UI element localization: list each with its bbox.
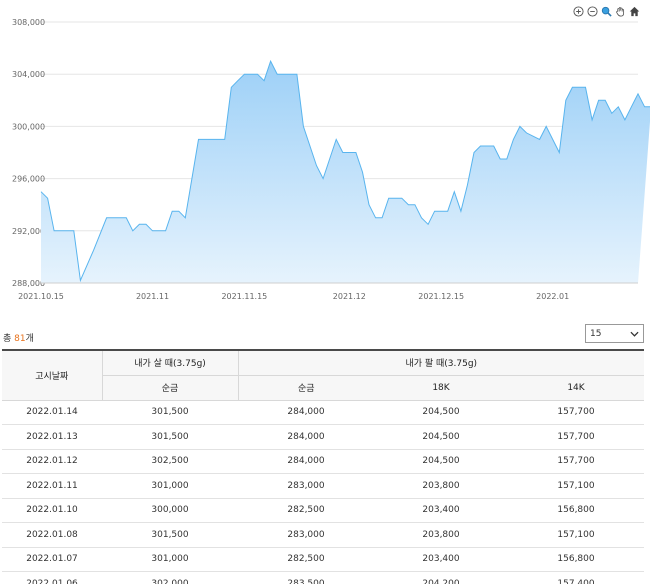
subheader-buy-pure: 순금 bbox=[101, 375, 238, 401]
total-count-number: 81 bbox=[14, 334, 26, 344]
x-tick-label: 2022.01 bbox=[536, 292, 569, 301]
cell-sell-pure: 282,500 bbox=[238, 547, 374, 572]
cell-buy-pure: 301,500 bbox=[102, 522, 238, 548]
cell-sell-pure: 283,000 bbox=[238, 522, 374, 548]
header-sell: 내가 팔 때(3.75g) bbox=[237, 349, 644, 376]
subheader-14k: 14K bbox=[508, 375, 644, 401]
cell-sell-pure: 283,000 bbox=[238, 473, 374, 499]
table-row: 2022.01.06 302,000 283,500 204,200 157,4… bbox=[2, 571, 644, 584]
page-size-select[interactable]: 15 bbox=[585, 324, 644, 343]
total-count-prefix: 총 bbox=[3, 334, 15, 344]
table-row: 2022.01.14 301,500 284,000 204,500 157,7… bbox=[2, 400, 644, 425]
cell-sell-14k: 156,800 bbox=[508, 498, 644, 523]
cell-sell-pure: 283,500 bbox=[238, 571, 374, 584]
table-row: 2022.01.13 301,500 284,000 204,500 157,7… bbox=[2, 424, 644, 450]
y-tick-label: 292,000 bbox=[12, 227, 45, 236]
subheader-18k: 18K bbox=[374, 375, 508, 401]
cell-date: 2022.01.06 bbox=[2, 571, 102, 584]
cell-buy-pure: 302,500 bbox=[102, 449, 238, 474]
cell-sell-pure: 284,000 bbox=[238, 400, 374, 425]
total-count-suffix: 개 bbox=[25, 334, 34, 344]
y-tick-label: 288,000 bbox=[12, 279, 45, 288]
table-row: 2022.01.07 301,000 282,500 203,400 156,8… bbox=[2, 547, 644, 572]
x-tick-label: 2021.11 bbox=[136, 292, 169, 301]
magnify-icon[interactable] bbox=[601, 6, 612, 17]
cell-buy-pure: 301,000 bbox=[102, 473, 238, 499]
cell-date: 2022.01.12 bbox=[2, 449, 102, 474]
page-size-value: 15 bbox=[590, 328, 602, 339]
table-row: 2022.01.12 302,500 284,000 204,500 157,7… bbox=[2, 449, 644, 474]
cell-sell-14k: 157,400 bbox=[508, 571, 644, 584]
cell-sell-pure: 284,000 bbox=[238, 424, 374, 450]
cell-date: 2022.01.10 bbox=[2, 498, 102, 523]
price-table: 고시날짜 내가 살 때(3.75g) 내가 팔 때(3.75g) 순금 순금 1… bbox=[2, 349, 644, 584]
cell-date: 2022.01.07 bbox=[2, 547, 102, 572]
x-tick-label: 2021.12 bbox=[333, 292, 366, 301]
subheader-sell-pure: 순금 bbox=[237, 375, 374, 401]
cell-sell-18k: 204,500 bbox=[374, 424, 508, 450]
cell-sell-pure: 284,000 bbox=[238, 449, 374, 474]
cell-date: 2022.01.13 bbox=[2, 424, 102, 450]
chevron-down-icon bbox=[630, 331, 639, 337]
cell-buy-pure: 301,500 bbox=[102, 400, 238, 425]
cell-buy-pure: 302,000 bbox=[102, 571, 238, 584]
y-tick-label: 300,000 bbox=[12, 122, 45, 131]
header-buy: 내가 살 때(3.75g) bbox=[101, 349, 238, 376]
chart-toolbar bbox=[573, 6, 640, 17]
cell-sell-18k: 203,400 bbox=[374, 547, 508, 572]
pan-hand-icon[interactable] bbox=[615, 6, 626, 17]
header-date: 고시날짜 bbox=[2, 349, 102, 401]
total-count: 총 81개 bbox=[3, 331, 34, 344]
x-tick-label: 2021.10.15 bbox=[18, 292, 64, 301]
cell-sell-14k: 157,100 bbox=[508, 522, 644, 548]
cell-sell-18k: 203,800 bbox=[374, 473, 508, 499]
cell-buy-pure: 301,000 bbox=[102, 547, 238, 572]
cell-sell-18k: 204,500 bbox=[374, 400, 508, 425]
cell-sell-pure: 282,500 bbox=[238, 498, 374, 523]
cell-buy-pure: 301,500 bbox=[102, 424, 238, 450]
cell-date: 2022.01.08 bbox=[2, 522, 102, 548]
zoom-in-icon[interactable] bbox=[573, 6, 584, 17]
x-tick-label: 2021.12.15 bbox=[418, 292, 464, 301]
zoom-out-icon[interactable] bbox=[587, 6, 598, 17]
cell-sell-18k: 203,400 bbox=[374, 498, 508, 523]
home-icon[interactable] bbox=[629, 6, 640, 17]
cell-sell-14k: 156,800 bbox=[508, 547, 644, 572]
cell-sell-18k: 204,200 bbox=[374, 571, 508, 584]
cell-buy-pure: 300,000 bbox=[102, 498, 238, 523]
cell-sell-14k: 157,700 bbox=[508, 449, 644, 474]
x-tick-label: 2021.11.15 bbox=[221, 292, 267, 301]
cell-sell-18k: 203,800 bbox=[374, 522, 508, 548]
y-tick-label: 296,000 bbox=[12, 175, 45, 184]
cell-sell-18k: 204,500 bbox=[374, 449, 508, 474]
y-tick-label: 308,000 bbox=[12, 18, 45, 27]
table-row: 2022.01.08 301,500 283,000 203,800 157,1… bbox=[2, 522, 644, 548]
series-area bbox=[41, 61, 650, 283]
price-chart: 308,000 304,000 300,000 296,000 292,000 288,0… bbox=[12, 18, 650, 301]
cell-sell-14k: 157,100 bbox=[508, 473, 644, 499]
cell-date: 2022.01.14 bbox=[2, 400, 102, 425]
table-row: 2022.01.11 301,000 283,000 203,800 157,1… bbox=[2, 473, 644, 499]
cell-date: 2022.01.11 bbox=[2, 473, 102, 499]
cell-sell-14k: 157,700 bbox=[508, 400, 644, 425]
y-tick-label: 304,000 bbox=[12, 70, 45, 79]
table-row: 2022.01.10 300,000 282,500 203,400 156,8… bbox=[2, 498, 644, 523]
cell-sell-14k: 157,700 bbox=[508, 424, 644, 450]
